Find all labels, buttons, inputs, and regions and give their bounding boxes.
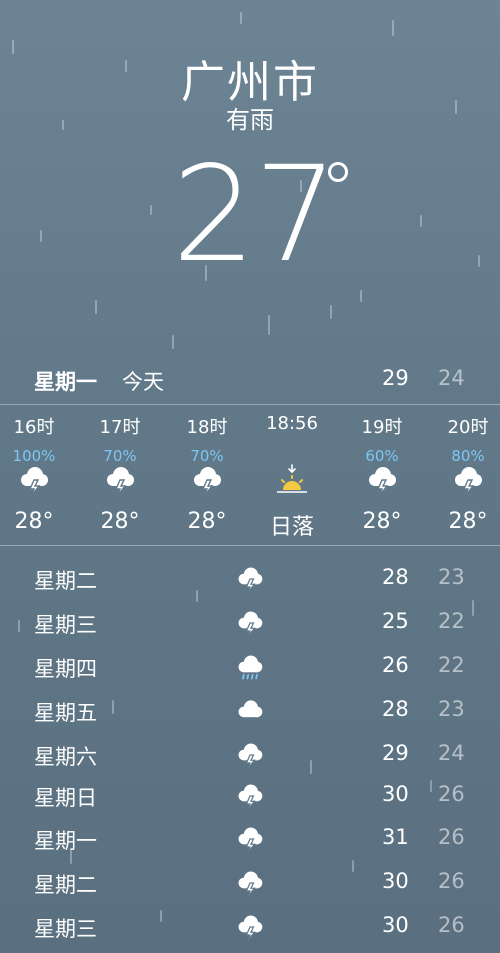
degree-symbol bbox=[328, 162, 348, 182]
thunderstorm-icon bbox=[369, 467, 396, 497]
hour-item: 20时 80% 28° bbox=[428, 405, 500, 545]
daily-row: 星期五 28 23 bbox=[0, 694, 500, 730]
hour-item: 19时 60% 28° bbox=[342, 405, 422, 545]
thunderstorm-icon bbox=[238, 827, 263, 854]
hour-time: 18时 bbox=[186, 417, 228, 438]
sunset-label: 日落 bbox=[269, 515, 314, 540]
day-high: 25 bbox=[382, 609, 409, 633]
day-low: 23 bbox=[438, 565, 465, 589]
thunderstorm-icon bbox=[238, 915, 263, 942]
thunderstorm-icon bbox=[238, 871, 263, 898]
thunderstorm-icon bbox=[21, 467, 48, 497]
day-high: 30 bbox=[382, 913, 409, 937]
day-high: 26 bbox=[382, 653, 409, 677]
day-high: 29 bbox=[382, 741, 409, 765]
weather-condition: 有雨 bbox=[226, 106, 274, 134]
rain-cloud-icon bbox=[238, 655, 263, 680]
thunderstorm-icon bbox=[238, 784, 263, 811]
thunderstorm-icon bbox=[238, 611, 263, 638]
day-name: 星期二 bbox=[34, 873, 97, 897]
hour-item: 17时 70% 28° bbox=[80, 405, 160, 545]
hour-time: 20时 bbox=[447, 417, 489, 438]
hour-time: 19时 bbox=[361, 417, 403, 438]
daily-row: 星期三 30 26 bbox=[0, 910, 500, 946]
hour-temp: 28° bbox=[187, 509, 227, 534]
thunderstorm-icon bbox=[194, 467, 221, 497]
hour-temp: 28° bbox=[14, 509, 54, 534]
hour-item: 18时 70% 28° bbox=[167, 405, 247, 545]
day-name: 星期日 bbox=[34, 786, 97, 810]
today-high: 29 bbox=[382, 366, 409, 390]
hour-temp: 28° bbox=[100, 509, 140, 534]
thunderstorm-icon bbox=[455, 467, 482, 497]
today-day: 星期一 bbox=[34, 370, 97, 394]
hour-item-sunset: 18:56 日落 bbox=[252, 405, 332, 545]
day-name: 星期三 bbox=[34, 613, 97, 637]
sunset-time: 18:56 bbox=[266, 413, 318, 434]
day-low: 26 bbox=[438, 825, 465, 849]
today-low: 24 bbox=[438, 366, 465, 390]
day-high: 30 bbox=[382, 782, 409, 806]
daily-row: 星期一 31 26 bbox=[0, 822, 500, 858]
daily-row: 星期三 25 22 bbox=[0, 606, 500, 642]
hour-temp: 28° bbox=[362, 509, 402, 534]
today-row: 星期一 今天 29 24 bbox=[0, 366, 500, 394]
hour-item: 16时 100% 28° bbox=[0, 405, 74, 545]
day-low: 22 bbox=[438, 609, 465, 633]
hour-time: 17时 bbox=[99, 417, 141, 438]
day-name: 星期四 bbox=[34, 657, 97, 681]
day-low: 23 bbox=[438, 697, 465, 721]
day-low: 24 bbox=[438, 741, 465, 765]
hour-temp: 28° bbox=[448, 509, 488, 534]
today-label: 今天 bbox=[122, 370, 164, 394]
daily-row: 星期六 29 24 bbox=[0, 738, 500, 774]
thunderstorm-icon bbox=[238, 567, 263, 594]
day-name: 星期六 bbox=[34, 745, 97, 769]
day-name: 星期三 bbox=[34, 917, 97, 941]
day-low: 22 bbox=[438, 653, 465, 677]
current-temperature: 27 bbox=[0, 140, 500, 290]
day-name: 星期一 bbox=[34, 829, 97, 853]
hourly-forecast[interactable]: 16时 100% 28° 17时 70% 28° 18时 70% 28° 18:… bbox=[0, 404, 500, 546]
day-low: 26 bbox=[438, 913, 465, 937]
day-name: 星期二 bbox=[34, 569, 97, 593]
day-name: 星期五 bbox=[34, 701, 97, 725]
day-low: 26 bbox=[438, 782, 465, 806]
day-high: 30 bbox=[382, 869, 409, 893]
daily-row: 星期二 30 26 bbox=[0, 866, 500, 902]
temperature-value: 27 bbox=[172, 138, 338, 292]
day-low: 26 bbox=[438, 869, 465, 893]
hour-time: 16时 bbox=[13, 417, 55, 438]
daily-row: 星期四 26 22 bbox=[0, 650, 500, 686]
day-high: 28 bbox=[382, 565, 409, 589]
sunset-icon bbox=[277, 464, 307, 493]
daily-row: 星期二 28 23 bbox=[0, 562, 500, 598]
thunderstorm-icon bbox=[107, 467, 134, 497]
day-high: 31 bbox=[382, 825, 409, 849]
thunderstorm-icon bbox=[238, 743, 263, 770]
daily-row: 星期日 30 26 bbox=[0, 779, 500, 815]
day-high: 28 bbox=[382, 697, 409, 721]
cloud-icon bbox=[238, 700, 263, 718]
